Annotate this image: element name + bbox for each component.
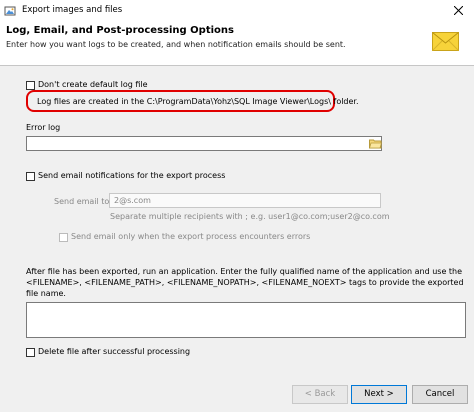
page-subtitle: Enter how you want logs to be created, a… <box>6 40 346 49</box>
wizard-footer: < Back Next > Cancel <box>0 378 474 412</box>
error-log-label: Error log <box>26 123 61 132</box>
window-title: Export images and files <box>22 5 123 15</box>
close-icon <box>453 5 463 16</box>
post-process-description: After file has been exported, run an app… <box>26 267 464 298</box>
send-email-checkbox[interactable] <box>26 172 35 181</box>
next-button[interactable]: Next > <box>351 385 407 404</box>
window-titlebar: Export images and files <box>0 0 474 21</box>
send-to-label: Send email to <box>54 197 110 206</box>
close-button[interactable] <box>442 0 474 21</box>
post-process-command-input[interactable] <box>26 302 466 338</box>
email-hint: Separate multiple recipients with ; e.g.… <box>110 212 390 221</box>
errors-only-label: Send email only when the export process … <box>71 232 311 241</box>
send-email-label: Send email notifications for the export … <box>38 171 226 180</box>
cancel-button[interactable]: Cancel <box>412 385 468 404</box>
wizard-header: Log, Email, and Post-processing Options … <box>0 21 474 65</box>
page-title: Log, Email, and Post-processing Options <box>6 25 234 36</box>
dont-create-log-checkbox[interactable] <box>26 81 35 90</box>
dont-create-log-label: Don't create default log file <box>38 80 148 89</box>
folder-browse-icon[interactable] <box>369 138 382 149</box>
envelope-icon <box>432 32 459 51</box>
send-to-input[interactable]: 2@s.com <box>109 193 381 208</box>
log-path-note: Log files are created in the C:\ProgramD… <box>37 97 359 106</box>
error-log-input[interactable] <box>26 136 382 151</box>
send-to-value: 2@s.com <box>114 196 151 205</box>
app-icon <box>4 6 16 16</box>
back-button[interactable]: < Back <box>292 385 348 404</box>
delete-file-checkbox[interactable] <box>26 348 35 357</box>
delete-file-label: Delete file after successful processing <box>38 347 191 356</box>
errors-only-checkbox[interactable] <box>59 233 68 242</box>
